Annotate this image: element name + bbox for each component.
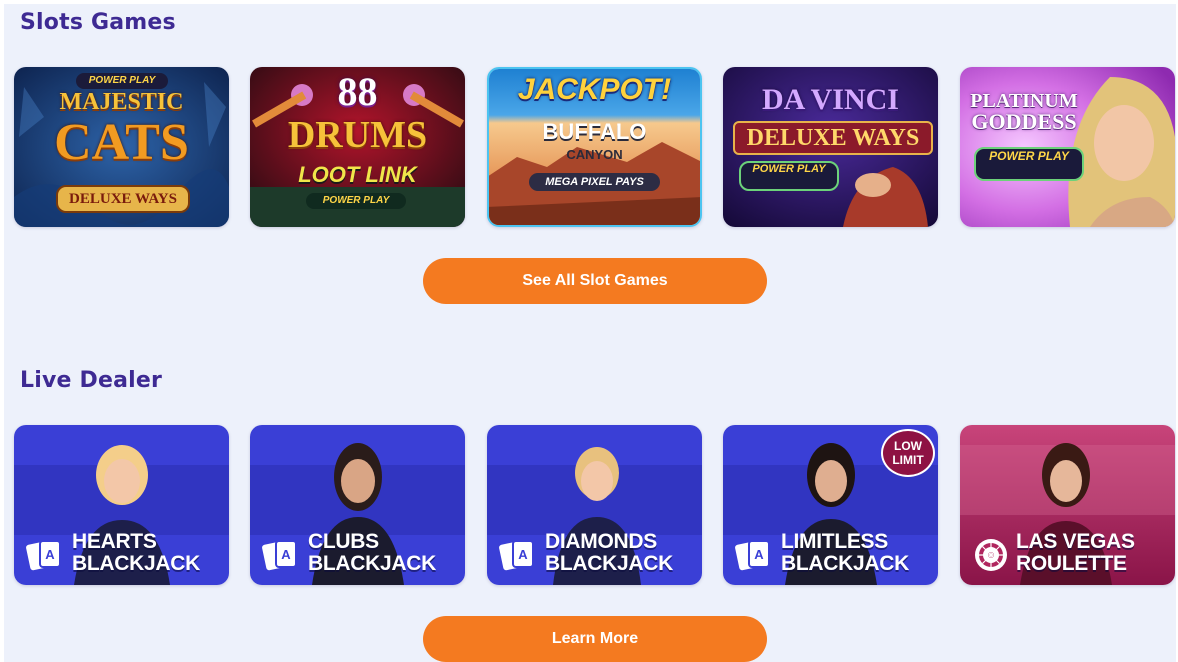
- slot-title-line-1: MAJESTIC: [59, 89, 184, 115]
- svg-text:A: A: [281, 547, 291, 562]
- playing-cards-icon: A: [26, 540, 61, 571]
- playing-cards-icon: A: [499, 540, 534, 571]
- playing-cards-icon: A: [735, 540, 770, 571]
- live-game-title-line-2: BLACKJACK: [72, 552, 200, 575]
- slot-tile-majestic-cats[interactable]: POWER PLAY MAJESTIC CATS DELUXE WAYS: [14, 67, 229, 227]
- live-dealer-row: A HEARTS BLACKJACK A CLUBS BLACKJACK A D…: [14, 425, 1177, 585]
- live-game-title: DIAMONDS BLACKJACK: [545, 531, 673, 575]
- slot-title-line-1: 88: [337, 69, 378, 114]
- low-limit-badge: LOW LIMIT: [881, 429, 935, 477]
- slot-tile-platinum-goddess[interactable]: PLATINUM GODDESS POWER PLAY: [960, 67, 1175, 227]
- slot-tile-da-vinci[interactable]: DA VINCI DELUXE WAYS POWER PLAY: [723, 67, 938, 227]
- slots-row: POWER PLAY MAJESTIC CATS DELUXE WAYS 88 …: [14, 67, 1177, 227]
- slot-title-line-1: PLATINUM: [970, 90, 1078, 112]
- see-all-slot-games-button[interactable]: See All Slot Games: [423, 258, 767, 304]
- slot-title-line-3: CANYON: [566, 147, 623, 162]
- live-game-title-line-1: LIMITLESS: [781, 530, 888, 553]
- slot-tile-buffalo-canyon[interactable]: JACKPOT! BUFFALO CANYON MEGA PIXEL PAYS: [487, 67, 702, 227]
- slot-title-line-2: GODDESS: [971, 109, 1077, 134]
- live-tile-clubs-blackjack[interactable]: A CLUBS BLACKJACK: [250, 425, 465, 585]
- power-play-badge: POWER PLAY: [76, 73, 168, 89]
- svg-text:A: A: [754, 547, 764, 562]
- live-game-title-line-2: ROULETTE: [1016, 552, 1127, 575]
- live-tile-las-vegas-roulette[interactable]: LAS VEGAS ROULETTE: [960, 425, 1175, 585]
- power-play-badge: POWER PLAY: [739, 161, 839, 191]
- live-tile-diamonds-blackjack[interactable]: A DIAMONDS BLACKJACK: [487, 425, 702, 585]
- live-game-title: CLUBS BLACKJACK: [308, 531, 436, 575]
- live-game-title-line-2: BLACKJACK: [308, 552, 436, 575]
- live-game-title-line-2: BLACKJACK: [545, 552, 673, 575]
- slot-subtitle: DELUXE WAYS: [56, 185, 190, 213]
- live-game-title: LAS VEGAS ROULETTE: [1016, 531, 1135, 575]
- live-game-title: LIMITLESS BLACKJACK: [781, 531, 909, 575]
- slot-tile-88-drums[interactable]: 88 DRUMS LOOT LINK POWER PLAY: [250, 67, 465, 227]
- power-play-badge: POWER PLAY: [306, 193, 406, 209]
- svg-text:A: A: [45, 547, 55, 562]
- slot-subtitle: LOOT LINK: [298, 162, 417, 187]
- power-play-badge: POWER PLAY: [974, 147, 1084, 181]
- slots-section-title: Slots Games: [20, 10, 176, 35]
- slot-subtitle: DELUXE WAYS: [733, 121, 933, 155]
- roulette-wheel-icon: [975, 539, 1007, 571]
- learn-more-button[interactable]: Learn More: [423, 616, 767, 662]
- svg-text:A: A: [518, 547, 528, 562]
- playing-cards-icon: A: [262, 540, 297, 571]
- live-game-title-line-2: BLACKJACK: [781, 552, 909, 575]
- live-game-title-line-1: CLUBS: [308, 530, 379, 553]
- slot-title-line-1: DA VINCI: [762, 83, 899, 116]
- slot-title-line-2: CATS: [54, 114, 189, 171]
- live-game-title-line-1: DIAMONDS: [545, 530, 657, 553]
- live-game-title-line-1: HEARTS: [72, 530, 157, 553]
- slot-title-line-2: BUFFALO: [542, 119, 647, 144]
- slot-title-line-2: DRUMS: [287, 114, 428, 156]
- slot-title-line-1: JACKPOT!: [517, 73, 672, 106]
- live-game-title: HEARTS BLACKJACK: [72, 531, 200, 575]
- live-tile-limitless-blackjack[interactable]: LOW LIMIT A LIMITLESS BLACKJACK: [723, 425, 938, 585]
- live-game-title-line-1: LAS VEGAS: [1016, 530, 1135, 553]
- slot-subtitle: MEGA PIXEL PAYS: [529, 173, 660, 191]
- live-dealer-section-title: Live Dealer: [20, 368, 163, 393]
- live-tile-hearts-blackjack[interactable]: A HEARTS BLACKJACK: [14, 425, 229, 585]
